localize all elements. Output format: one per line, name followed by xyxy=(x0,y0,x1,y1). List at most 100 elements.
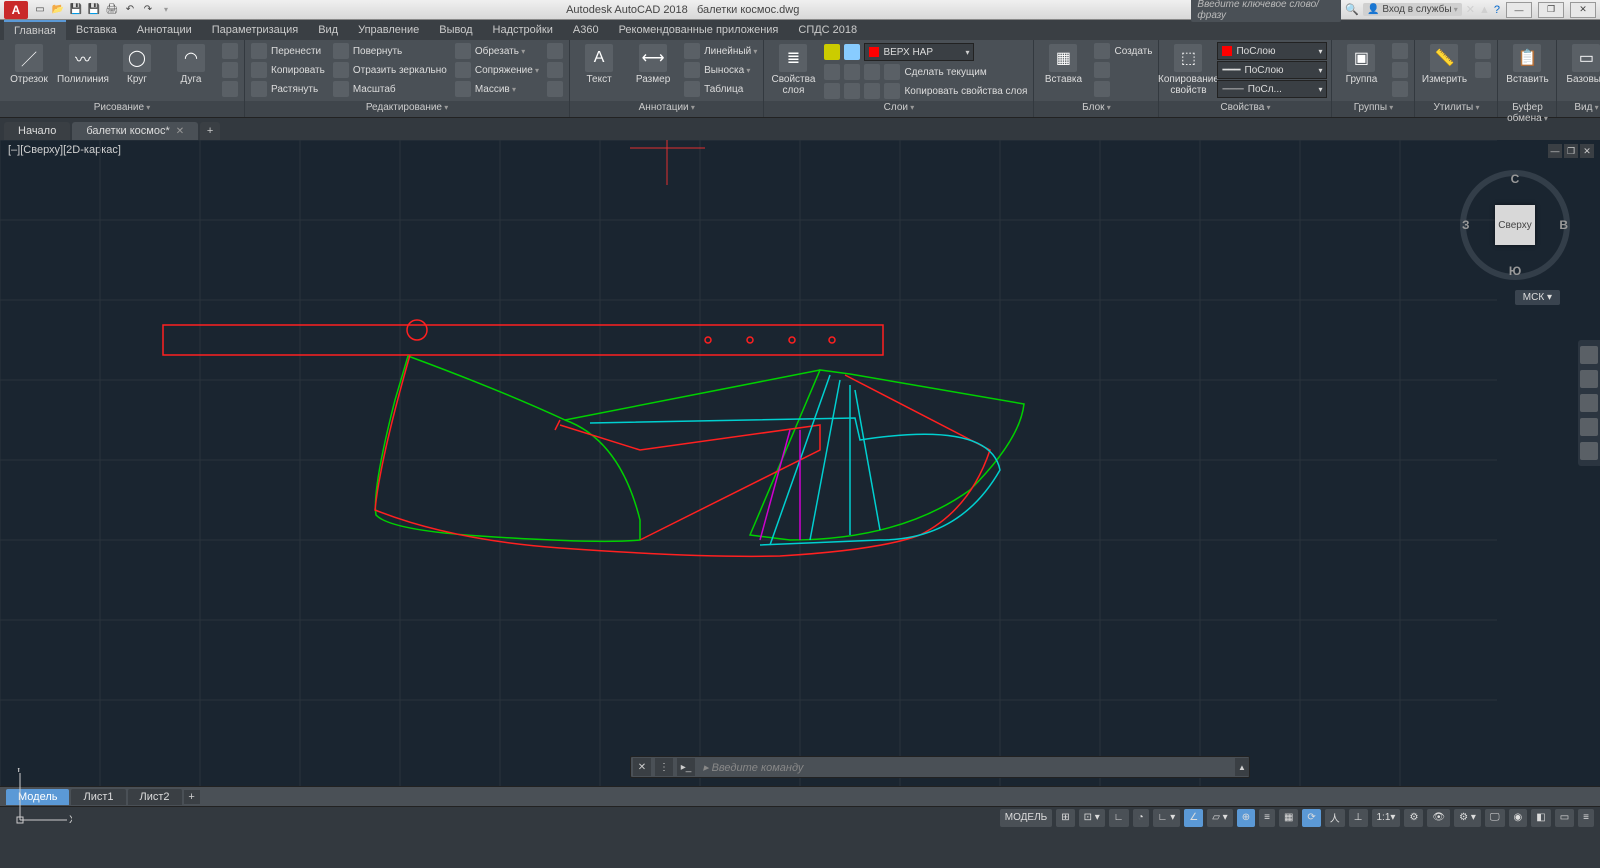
status-workspace-icon[interactable]: ⚙ ▾ xyxy=(1454,809,1481,827)
redo-icon[interactable]: ↷ xyxy=(140,2,156,18)
minimize-button[interactable]: — xyxy=(1506,2,1532,18)
app-menu-button[interactable]: A xyxy=(4,1,28,19)
showmotion-icon[interactable] xyxy=(1580,442,1598,460)
layer-combo[interactable]: ВЕРХ НАР▾ xyxy=(822,42,1029,62)
move-button[interactable]: Перенести xyxy=(249,42,327,60)
layer-properties-button[interactable]: ≣Свойства слоя xyxy=(768,42,818,98)
table-button[interactable]: Таблица xyxy=(682,80,759,98)
fullnav-icon[interactable] xyxy=(1580,346,1598,364)
group-extra-1[interactable] xyxy=(1390,42,1410,60)
make-current-button[interactable]: Сделать текущим xyxy=(822,63,1029,81)
exchange-icon[interactable]: ✕ xyxy=(1466,3,1475,16)
tab-output[interactable]: Вывод xyxy=(429,21,482,39)
panel-view-title[interactable]: Вид xyxy=(1557,101,1600,117)
maximize-button[interactable]: ❐ xyxy=(1538,2,1564,18)
stayconnected-icon[interactable]: ▲ xyxy=(1479,4,1490,16)
saveas-icon[interactable]: 💾 xyxy=(86,2,102,18)
scale-button[interactable]: Масштаб xyxy=(331,80,449,98)
panel-draw-title[interactable]: Рисование xyxy=(0,101,244,117)
status-dynucs-icon[interactable]: ⊥ xyxy=(1349,809,1368,827)
polyline-button[interactable]: 〰Полилиния xyxy=(58,42,108,87)
tab-home[interactable]: Главная xyxy=(4,20,66,40)
panel-utilities-title[interactable]: Утилиты xyxy=(1415,101,1497,117)
panel-clipboard-title[interactable]: Буфер обмена xyxy=(1498,101,1556,117)
baseview-button[interactable]: ▭Базовый xyxy=(1561,42,1600,87)
util-extra-2[interactable] xyxy=(1473,61,1493,79)
vp-maximize[interactable]: ❐ xyxy=(1564,144,1578,158)
tab-addins[interactable]: Надстройки xyxy=(483,21,563,39)
zoom-icon[interactable] xyxy=(1580,394,1598,412)
color-combo[interactable]: ПоСлою▾ xyxy=(1217,42,1327,60)
copy-button[interactable]: Копировать xyxy=(249,61,327,79)
status-annoscale[interactable]: 1:1 ▾ xyxy=(1372,809,1401,827)
tab-annotate[interactable]: Аннотации xyxy=(127,21,202,39)
copy-layer-props-button[interactable]: Копировать свойства слоя xyxy=(822,82,1029,100)
status-isolate-icon[interactable]: ◧ xyxy=(1531,809,1550,827)
status-grid-icon[interactable]: ⊞ xyxy=(1056,809,1074,827)
layout-sheet1[interactable]: Лист1 xyxy=(71,789,125,805)
status-3dosnap-icon[interactable]: 人 xyxy=(1325,809,1345,827)
cmdline-close-icon[interactable]: ✕ xyxy=(633,758,651,776)
dimension-button[interactable]: ⟷Размер xyxy=(628,42,678,87)
modify-extra-3[interactable] xyxy=(545,80,565,98)
draw-extra-2[interactable] xyxy=(220,61,240,79)
panel-groups-title[interactable]: Группы xyxy=(1332,101,1414,117)
save-icon[interactable]: 💾 xyxy=(68,2,84,18)
close-button[interactable]: ✕ xyxy=(1570,2,1596,18)
layout-sheet2[interactable]: Лист2 xyxy=(128,789,182,805)
trim-button[interactable]: Обрезать xyxy=(453,42,541,60)
status-osnap-icon[interactable]: ⊕ xyxy=(1237,809,1255,827)
circle-button[interactable]: ◯Круг xyxy=(112,42,162,87)
group-button[interactable]: ▣Группа xyxy=(1336,42,1386,87)
command-line[interactable]: ✕ ⋮ ▸_ ▸ Введите команду ▲ xyxy=(630,756,1250,778)
pan-icon[interactable] xyxy=(1580,370,1598,388)
stretch-button[interactable]: Растянуть xyxy=(249,80,327,98)
group-extra-3[interactable] xyxy=(1390,80,1410,98)
status-cycling-icon[interactable]: ⟳ xyxy=(1302,809,1320,827)
add-tab-button[interactable]: + xyxy=(200,122,220,140)
tab-a360[interactable]: A360 xyxy=(563,21,609,39)
command-input[interactable]: ▸ Введите команду xyxy=(697,761,1235,774)
drawing-canvas[interactable]: [–][Сверху][2D-каркас] — ❐ ✕ xyxy=(0,140,1600,786)
compass-e[interactable]: В xyxy=(1559,218,1568,232)
cmdline-history-icon[interactable]: ▲ xyxy=(1235,758,1249,776)
panel-block-title[interactable]: Блок xyxy=(1034,101,1158,117)
status-infer-icon[interactable]: ∟ xyxy=(1109,809,1129,827)
qat-dropdown[interactable] xyxy=(158,2,174,18)
draw-extra-1[interactable] xyxy=(220,42,240,60)
tab-parametric[interactable]: Параметризация xyxy=(202,21,308,39)
undo-icon[interactable]: ↶ xyxy=(122,2,138,18)
mirror-button[interactable]: Отразить зеркально xyxy=(331,61,449,79)
arc-button[interactable]: ◠Дуга xyxy=(166,42,216,87)
status-ortho-icon[interactable]: ∟ ▾ xyxy=(1153,809,1181,827)
linetype-combo[interactable]: ───ПоСл...▾ xyxy=(1217,80,1327,98)
tab-start[interactable]: Начало xyxy=(4,122,70,140)
status-transparency-icon[interactable]: ▦ xyxy=(1279,809,1298,827)
compass-s[interactable]: Ю xyxy=(1509,264,1521,278)
status-annovisibility-icon[interactable]: 👁 xyxy=(1427,809,1450,827)
leader-button[interactable]: Выноска xyxy=(682,61,759,79)
compass-n[interactable]: С xyxy=(1511,172,1520,186)
orbit-icon[interactable] xyxy=(1580,418,1598,436)
plot-icon[interactable]: 🖨 xyxy=(104,2,120,18)
tab-spds[interactable]: СПДС 2018 xyxy=(788,21,867,39)
status-customize-icon[interactable]: ≡ xyxy=(1578,809,1594,827)
lineweight-combo[interactable]: ━━━ПоСлою▾ xyxy=(1217,61,1327,79)
search-icon[interactable]: 🔍 xyxy=(1345,3,1359,16)
viewcube-face[interactable]: Сверху xyxy=(1495,205,1535,245)
modify-extra-2[interactable] xyxy=(545,61,565,79)
help-icon[interactable]: ? xyxy=(1494,4,1500,16)
status-model[interactable]: МОДЕЛЬ xyxy=(1000,809,1052,827)
status-monitor-icon[interactable]: 🖵 xyxy=(1485,809,1505,827)
block-attr-button[interactable] xyxy=(1092,80,1154,98)
status-gear-icon[interactable]: ⚙ xyxy=(1404,809,1423,827)
tab-document[interactable]: балетки космос*✕ xyxy=(72,122,198,140)
cmdline-handle-icon[interactable]: ⋮ xyxy=(655,758,673,776)
tab-featured[interactable]: Рекомендованные приложения xyxy=(609,21,789,39)
tab-insert[interactable]: Вставка xyxy=(66,21,127,39)
view-cube[interactable]: Сверху С Ю З В xyxy=(1460,170,1570,280)
vp-minimize[interactable]: — xyxy=(1548,144,1562,158)
status-lwt-icon[interactable]: ≡ xyxy=(1259,809,1275,827)
panel-annotation-title[interactable]: Аннотации xyxy=(570,101,763,117)
panel-layers-title[interactable]: Слои xyxy=(764,101,1033,117)
